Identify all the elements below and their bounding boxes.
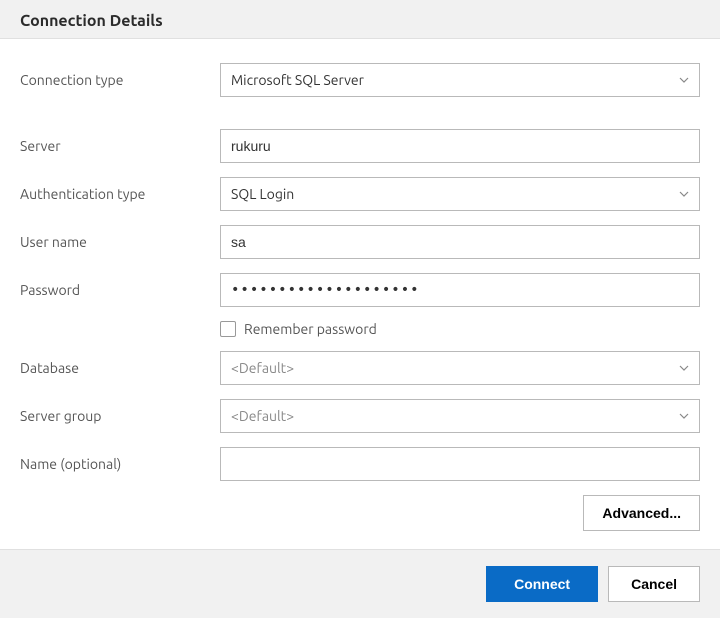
dialog-title: Connection Details [20,12,700,30]
auth-type-value: SQL Login [231,186,294,202]
dialog-body: Connection type Microsoft SQL Server Ser… [0,39,720,541]
row-server: Server [20,129,700,163]
server-group-select[interactable]: <Default> [220,399,700,433]
label-remember-password[interactable]: Remember password [244,321,377,337]
row-database: Database <Default> [20,351,700,385]
row-name: Name (optional) [20,447,700,481]
row-password: Password [20,273,700,307]
row-connection-type: Connection type Microsoft SQL Server [20,63,700,97]
database-select[interactable]: <Default> [220,351,700,385]
label-server: Server [20,138,220,154]
dialog-header: Connection Details [0,0,720,39]
database-value: <Default> [231,360,294,376]
remember-password-checkbox[interactable] [220,321,236,337]
label-username: User name [20,234,220,250]
dialog-container: Connection Details Connection type Micro… [0,0,720,618]
server-group-value: <Default> [231,408,294,424]
auth-type-select[interactable]: SQL Login [220,177,700,211]
row-advanced: Advanced... [20,495,700,531]
label-name: Name (optional) [20,456,220,472]
label-connection-type: Connection type [20,72,220,88]
row-auth-type: Authentication type SQL Login [20,177,700,211]
label-server-group: Server group [20,408,220,424]
row-remember: Remember password [20,321,700,337]
row-username: User name [20,225,700,259]
advanced-button[interactable]: Advanced... [583,495,700,531]
label-auth-type: Authentication type [20,186,220,202]
server-input[interactable] [220,129,700,163]
connect-button[interactable]: Connect [486,566,598,602]
username-input[interactable] [220,225,700,259]
dialog-footer: Connect Cancel [0,549,720,618]
row-server-group: Server group <Default> [20,399,700,433]
password-input[interactable] [220,273,700,307]
label-password: Password [20,282,220,298]
cancel-button[interactable]: Cancel [608,566,700,602]
connection-type-select[interactable]: Microsoft SQL Server [220,63,700,97]
connection-type-value: Microsoft SQL Server [231,72,364,88]
label-database: Database [20,360,220,376]
name-input[interactable] [220,447,700,481]
